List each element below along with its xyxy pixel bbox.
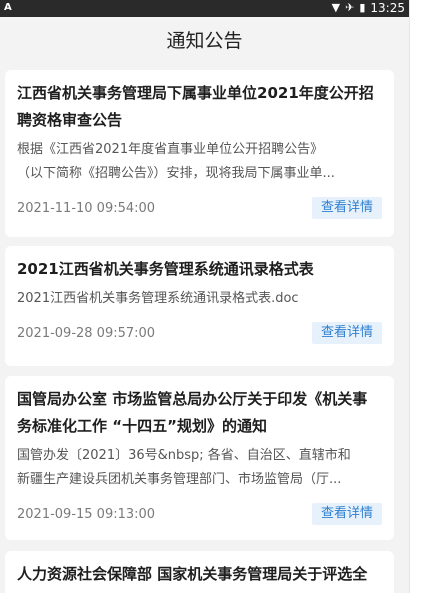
notice-summary: 2021江西省机关事务管理系统通讯录格式表.doc [17,287,382,311]
notice-summary: 国管办发〔2021〕36号&nbsp; 各省、自治区、直辖市和 新疆生产建设兵团… [17,444,382,492]
notification-a-icon: A [4,2,12,13]
notice-title[interactable]: 人力资源社会保障部 国家机关事务管理局关于评选全 [17,561,382,588]
notice-title[interactable]: 国管局办公室 市场监管总局办公厅关于印发《机关事 务标准化工作 “十四五”规划》… [17,386,382,440]
status-icons: ▼ ✈ ▮ 13:25 [332,1,405,15]
notice-title-line: 2021江西省机关事务管理系统通讯录格式表 [17,260,314,278]
notice-summary-line: 2021江西省机关事务管理系统通讯录格式表.doc [17,291,299,306]
notice-title-line: 国管局办公室 市场监管总局办公厅关于印发《机关事 [17,390,368,408]
airplane-mode-icon: ✈ [345,1,355,14]
phone-screen: A ▼ ✈ ▮ 13:25 通知公告 江西省机关事务管理局下属事业单位2021年… [0,0,409,593]
notice-title-line: 聘资格审查公告 [17,111,123,129]
status-time: 13:25 [370,1,405,15]
battery-icon: ▮ [359,1,366,14]
notice-summary-line: 根据《江西省2021年度省直事业单位公开招聘公告》 [17,142,324,157]
wifi-icon: ▼ [331,1,341,14]
window-edge [409,0,422,593]
view-details-button[interactable]: 查看详情 [311,197,382,219]
notice-card[interactable]: 2021江西省机关事务管理系统通讯录格式表 2021江西省机关事务管理系统通讯录… [5,246,394,366]
notice-title-line: 务标准化工作 “十四五”规划》的通知 [17,417,267,435]
notice-date: 2021-11-10 09:54:00 [17,200,156,216]
page-header: 通知公告 [0,17,409,65]
notice-title-line: 人力资源社会保障部 国家机关事务管理局关于评选全 [17,565,368,583]
notice-card[interactable]: 江西省机关事务管理局下属事业单位2021年度公开招 聘资格审查公告 根据《江西省… [5,70,394,237]
notice-footer: 2021-09-28 09:57:00 查看详情 [17,322,382,344]
notice-date: 2021-09-15 09:13:00 [17,506,156,522]
page-title: 通知公告 [166,30,243,52]
notice-footer: 2021-11-10 09:54:00 查看详情 [17,197,382,219]
notice-card[interactable]: 国管局办公室 市场监管总局办公厅关于印发《机关事 务标准化工作 “十四五”规划》… [5,376,394,540]
notice-title[interactable]: 2021江西省机关事务管理系统通讯录格式表 [17,256,382,283]
notice-footer: 2021-09-15 09:13:00 查看详情 [17,503,382,525]
view-details-button[interactable]: 查看详情 [311,503,382,525]
view-details-button[interactable]: 查看详情 [311,322,382,344]
notice-card[interactable]: 人力资源社会保障部 国家机关事务管理局关于评选全 [5,551,394,593]
status-bar: A ▼ ✈ ▮ 13:25 [0,0,409,17]
notice-summary-line: 国管办发〔2021〕36号&nbsp; 各省、自治区、直辖市和 [17,448,351,463]
notice-summary: 根据《江西省2021年度省直事业单位公开招聘公告》 （以下简称《招聘公告》）安排… [17,138,382,186]
notice-title-line: 江西省机关事务管理局下属事业单位2021年度公开招 [17,84,374,102]
notice-title[interactable]: 江西省机关事务管理局下属事业单位2021年度公开招 聘资格审查公告 [17,80,382,134]
notice-summary-line: 新疆生产建设兵团机关事务管理部门、市场监管局（厅... [17,472,342,487]
notice-summary-line: （以下简称《招聘公告》）安排，现将我局下属事业单... [17,166,335,181]
notice-date: 2021-09-28 09:57:00 [17,325,156,341]
